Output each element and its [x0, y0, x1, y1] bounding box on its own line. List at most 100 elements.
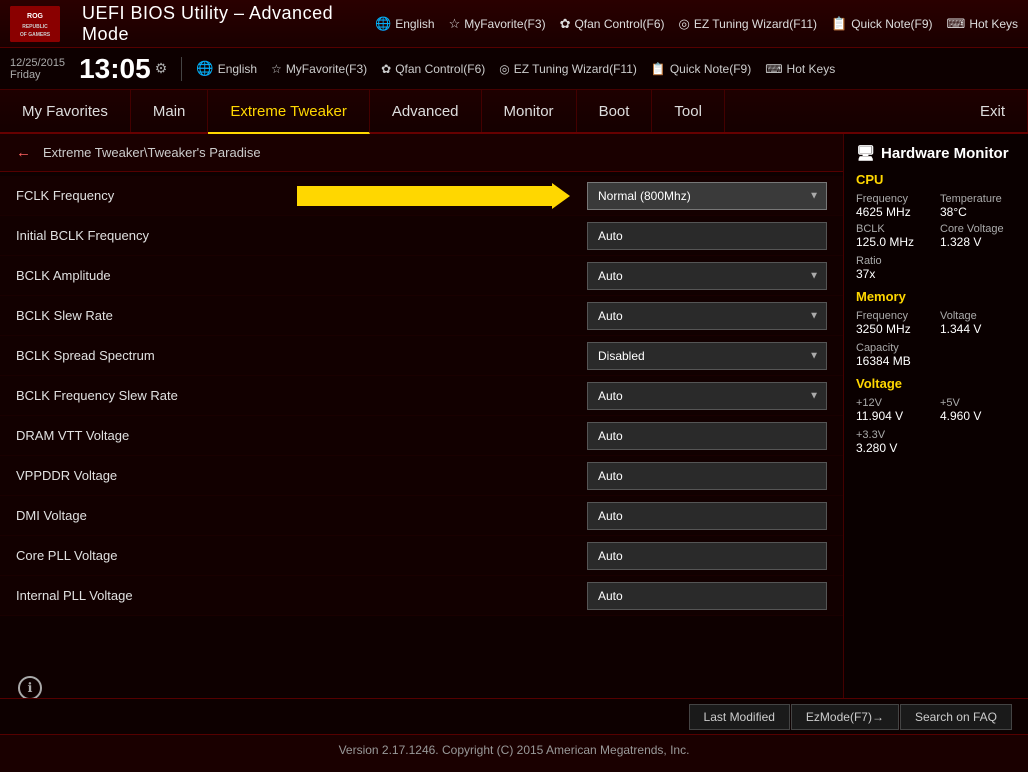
nav-menu: My Favorites Main Extreme Tweaker Advanc… [0, 90, 1028, 134]
dt-ez-label: EZ Tuning Wizard(F11) [514, 62, 637, 76]
ez-tuning-tool[interactable]: ◎ EZ Tuning Wizard(F11) [679, 16, 818, 32]
settings-gear-icon[interactable]: ⚙ [155, 60, 168, 77]
svg-text:REPUBLIC: REPUBLIC [22, 24, 48, 30]
star-icon: ☆ [449, 16, 461, 32]
setting-row-dmi: DMI Voltage [0, 496, 843, 536]
mem-voltage-label: Voltage [940, 310, 1016, 322]
logo-area: ROG REPUBLIC OF GAMERS [10, 6, 60, 42]
hardware-monitor-panel: 🖥 Hardware Monitor CPU Frequency 4625 MH… [843, 134, 1028, 698]
nav-item-exit[interactable]: Exit [958, 90, 1028, 132]
cpu-ratio-full: Ratio 37x [856, 255, 1016, 281]
bclk-freq-slew-select[interactable]: Auto [587, 382, 827, 410]
cpu-freq-label-cell: Frequency 4625 MHz [856, 193, 932, 219]
bclk-amplitude-control: Auto ▼ [587, 262, 827, 290]
nav-item-advanced[interactable]: Advanced [370, 90, 482, 132]
bclk-spread-select[interactable]: Disabled [587, 342, 827, 370]
internal-pll-input[interactable] [587, 582, 827, 610]
last-modified-button[interactable]: Last Modified [689, 704, 790, 730]
dt-hotkeys-tool[interactable]: ⌨ Hot Keys [765, 62, 835, 76]
initial-bclk-input[interactable] [587, 222, 827, 250]
bclk-amplitude-select[interactable]: Auto [587, 262, 827, 290]
bclk-slew-select[interactable]: Auto [587, 302, 827, 330]
dram-vtt-input[interactable] [587, 422, 827, 450]
nav-item-monitor[interactable]: Monitor [482, 90, 577, 132]
dt-qfan-tool[interactable]: ✿ Qfan Control(F6) [381, 62, 485, 76]
dt-ez-tool[interactable]: ◎ EZ Tuning Wizard(F11) [499, 62, 637, 76]
cpu-ratio-label: Ratio [856, 255, 1016, 267]
dt-note-tool[interactable]: 📋 Quick Note(F9) [651, 62, 751, 76]
bclk-slew-label: BCLK Slew Rate [16, 308, 587, 323]
core-pll-label: Core PLL Voltage [16, 548, 587, 563]
dt-star-icon: ☆ [271, 62, 282, 76]
info-icon[interactable]: ℹ [18, 676, 42, 698]
header-bar: ROG REPUBLIC OF GAMERS UEFI BIOS Utility… [0, 0, 1028, 48]
cpu-ratio-value: 37x [856, 267, 1016, 281]
date-display: 12/25/2015 [10, 57, 65, 69]
date-section: 12/25/2015 Friday [10, 57, 65, 81]
setting-row-initial-bclk: Initial BCLK Frequency [0, 216, 843, 256]
day-display: Friday [10, 69, 65, 81]
internal-pll-label: Internal PLL Voltage [16, 588, 587, 603]
dmi-input[interactable] [587, 502, 827, 530]
hot-keys-label: Hot Keys [969, 17, 1018, 31]
hot-keys-tool[interactable]: ⌨ Hot Keys [947, 16, 1018, 32]
breadcrumb-path: Extreme Tweaker\Tweaker's Paradise [43, 145, 261, 160]
fclk-select[interactable]: Normal (800Mhz) [587, 182, 827, 210]
dmi-control [587, 502, 827, 530]
search-faq-button[interactable]: Search on FAQ [900, 704, 1012, 730]
voltage-grid: +12V 11.904 V +5V 4.960 V [856, 397, 1016, 423]
vppddr-control [587, 462, 827, 490]
language-tool[interactable]: 🌐 English [375, 16, 435, 32]
v5-value: 4.960 V [940, 409, 1016, 423]
nav-item-main[interactable]: Main [131, 90, 209, 132]
v33-label: +3.3V [856, 429, 1016, 441]
wand-icon: ◎ [679, 16, 690, 32]
monitor-screen-icon: 🖥 [856, 144, 875, 162]
cpu-corevolt-value: 1.328 V [940, 235, 1016, 249]
mem-frequency-value: 3250 MHz [856, 322, 932, 336]
setting-row-bclk-amplitude: BCLK Amplitude Auto ▼ [0, 256, 843, 296]
cpu-bclk-label: BCLK [856, 223, 932, 235]
dt-language-tool[interactable]: 🌐 English [196, 60, 257, 77]
dt-myfavorite-tool[interactable]: ☆ MyFavorite(F3) [271, 62, 367, 76]
datetime-bar: 12/25/2015 Friday 13:05 ⚙ 🌐 English ☆ My… [0, 48, 1028, 90]
keyboard-icon: ⌨ [947, 16, 966, 32]
setting-row-bclk-freq-slew: BCLK Frequency Slew Rate Auto ▼ [0, 376, 843, 416]
initial-bclk-control [587, 222, 827, 250]
mem-volt-cell: Voltage 1.344 V [940, 310, 1016, 336]
v12-label: +12V [856, 397, 932, 409]
memory-grid: Frequency 3250 MHz Voltage 1.344 V [856, 310, 1016, 336]
dt-myfavorite-label: MyFavorite(F3) [286, 62, 367, 76]
footer-bar: Version 2.17.1246. Copyright (C) 2015 Am… [0, 734, 1028, 764]
core-pll-input[interactable] [587, 542, 827, 570]
back-arrow-icon[interactable]: ← [16, 144, 31, 161]
v12-cell: +12V 11.904 V [856, 397, 932, 423]
cpu-frequency-value: 4625 MHz [856, 205, 932, 219]
dram-vtt-label: DRAM VTT Voltage [16, 428, 587, 443]
qfan-tool[interactable]: ✿ Qfan Control(F6) [560, 16, 665, 32]
divider [181, 57, 182, 81]
dt-language-label: English [218, 62, 257, 76]
myfavorite-tool[interactable]: ☆ MyFavorite(F3) [449, 16, 546, 32]
globe-icon: 🌐 [375, 16, 391, 32]
v5-cell: +5V 4.960 V [940, 397, 1016, 423]
cpu-bclk-value: 125.0 MHz [856, 235, 932, 249]
nav-item-extreme-tweaker[interactable]: Extreme Tweaker [208, 90, 369, 134]
nav-item-boot[interactable]: Boot [577, 90, 653, 132]
setting-row-bclk-spread: BCLK Spread Spectrum Disabled ▼ [0, 336, 843, 376]
dt-note-label: Quick Note(F9) [670, 62, 751, 76]
setting-row-internal-pll: Internal PLL Voltage [0, 576, 843, 616]
ez-mode-button[interactable]: EzMode(F7)→ [791, 704, 899, 730]
bclk-spread-control: Disabled ▼ [587, 342, 827, 370]
breadcrumb: ← Extreme Tweaker\Tweaker's Paradise [0, 134, 843, 172]
quick-note-tool[interactable]: 📋 Quick Note(F9) [831, 16, 933, 32]
vppddr-input[interactable] [587, 462, 827, 490]
quick-note-label: Quick Note(F9) [851, 17, 932, 31]
mem-capacity-value: 16384 MB [856, 354, 1016, 368]
cpu-temperature-value: 38°C [940, 205, 1016, 219]
qfan-label: Qfan Control(F6) [574, 17, 664, 31]
memory-section-header: Memory [856, 289, 1016, 304]
nav-item-tool[interactable]: Tool [652, 90, 725, 132]
dmi-label: DMI Voltage [16, 508, 587, 523]
nav-item-favorites[interactable]: My Favorites [0, 90, 131, 132]
